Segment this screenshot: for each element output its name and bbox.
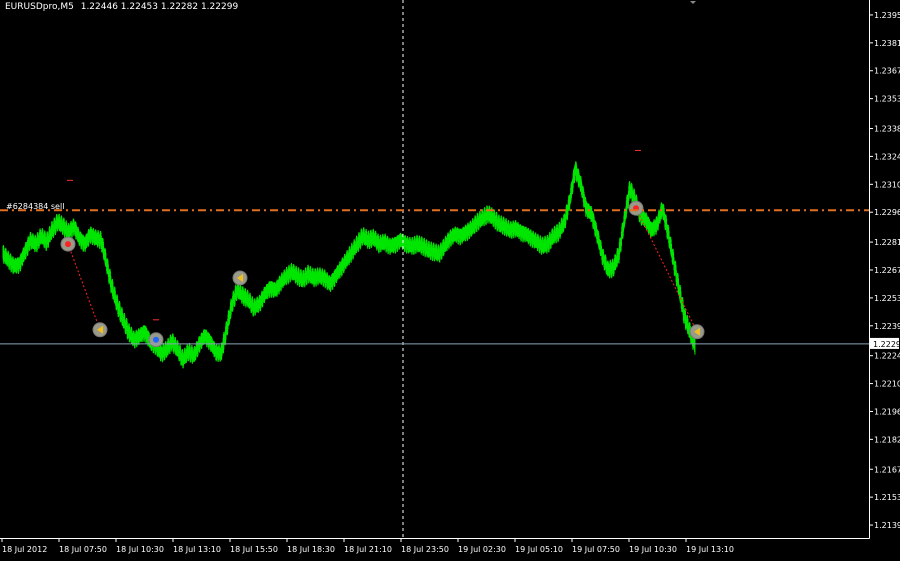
x-tick-label: 18 Jul 15:50 <box>230 545 278 554</box>
ohlc-readout: 1.22446 1.22453 1.22282 1.22299 <box>81 2 239 12</box>
chart-background <box>0 0 900 557</box>
symbol-label: EURUSDpro,M5 <box>5 2 74 12</box>
trade-entry-icon <box>65 241 71 248</box>
x-tick-label: 19 Jul 07:50 <box>572 545 620 554</box>
chart-canvas[interactable]: 1.2395 1.2381 1.2367 1.2353 1.2338 1.2324 1.23… <box>0 0 900 557</box>
x-tick-label: 19 Jul 13:10 <box>686 545 734 554</box>
x-tick-label: 18 Jul 2012 <box>2 545 47 554</box>
y-tick-label: 1.2224 <box>874 352 900 361</box>
x-tick-label: 19 Jul 02:30 <box>458 545 506 554</box>
y-tick-label: 1.2182 <box>874 435 900 444</box>
x-tick-label: 18 Jul 13:10 <box>173 545 221 554</box>
trade-entry-icon <box>153 336 159 343</box>
current-price-label: 1.2229 <box>873 340 900 349</box>
chart-header: EURUSDpro,M5 1.22446 1.22453 1.22282 1.2… <box>5 2 238 12</box>
y-tick-label: 1.2210 <box>874 380 900 389</box>
y-tick-label: 1.2196 <box>874 407 900 416</box>
y-tick-label: 1.2296 <box>874 208 900 217</box>
x-tick-label: 18 Jul 10:30 <box>116 545 164 554</box>
y-tick-label: 1.2353 <box>874 95 900 104</box>
y-tick-label: 1.2338 <box>874 125 900 134</box>
x-tick-label: 18 Jul 07:50 <box>59 545 107 554</box>
y-tick-label: 1.2324 <box>874 152 900 161</box>
price-chart[interactable]: 1.2395 1.2381 1.2367 1.2353 1.2338 1.2324 1.23… <box>0 0 900 557</box>
y-tick-label: 1.2381 <box>874 39 900 48</box>
x-tick-label: 19 Jul 10:30 <box>629 545 677 554</box>
y-tick-label: 1.2239 <box>874 322 900 331</box>
y-tick-label: 1.2167 <box>874 465 900 474</box>
y-tick-label: 1.2153 <box>874 493 900 502</box>
y-tick-label: 1.2267 <box>874 266 900 275</box>
x-tick-label: 18 Jul 18:30 <box>287 545 335 554</box>
x-tick-label: 19 Jul 05:10 <box>515 545 563 554</box>
y-tick-label: 1.2395 <box>874 11 900 20</box>
x-tick-label: 18 Jul 21:10 <box>344 545 392 554</box>
y-tick-label: 1.2253 <box>874 294 900 303</box>
y-tick-label: 1.2310 <box>874 180 900 189</box>
y-tick-label: 1.2139 <box>874 521 900 530</box>
y-tick-label: 1.2367 <box>874 67 900 76</box>
y-tick-label: 1.2281 <box>874 238 900 247</box>
x-tick-label: 18 Jul 23:50 <box>401 545 449 554</box>
order-label: #6284384 sell <box>6 202 64 211</box>
